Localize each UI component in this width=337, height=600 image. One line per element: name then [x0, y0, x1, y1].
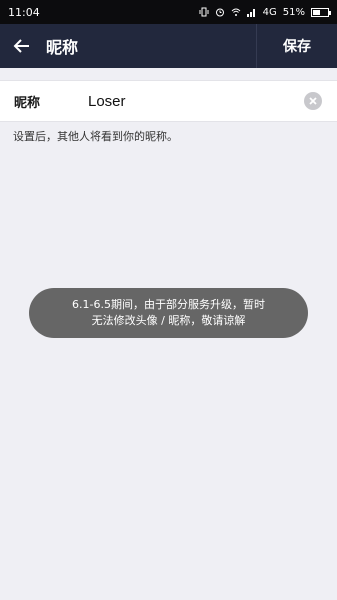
- network-type: 4G: [262, 6, 277, 18]
- toast-message: 6.1-6.5期间，由于部分服务升级，暂时 无法修改头像 / 昵称，敬请谅解: [29, 288, 308, 338]
- back-button[interactable]: [0, 24, 44, 68]
- nickname-input[interactable]: [88, 86, 304, 116]
- battery-percent: 51%: [282, 6, 305, 18]
- signal-icon: [246, 9, 255, 17]
- status-time: 11:04: [8, 5, 40, 19]
- nickname-row: 昵称: [0, 80, 337, 122]
- app-bar: 昵称 保存: [0, 24, 337, 68]
- page-title: 昵称: [46, 38, 79, 57]
- vibrate-icon: [199, 7, 209, 17]
- nickname-label: 昵称: [14, 95, 41, 111]
- clear-button[interactable]: [304, 92, 322, 110]
- toast-line-1: 6.1-6.5期间，由于部分服务升级，暂时: [72, 298, 265, 311]
- toast-line-2: 无法修改头像 / 昵称，敬请谅解: [91, 314, 246, 327]
- arrow-left-icon: [13, 39, 29, 53]
- status-icons: 4G 51%: [199, 6, 331, 18]
- battery-icon: [311, 7, 331, 17]
- clear-icon: [309, 97, 317, 105]
- alarm-icon: [215, 8, 224, 17]
- status-bar: 11:04 4G 51%: [0, 0, 337, 24]
- nickname-hint: 设置后，其他人将看到你的昵称。: [13, 130, 178, 143]
- wifi-icon: [231, 8, 240, 16]
- save-button[interactable]: 保存: [257, 24, 337, 68]
